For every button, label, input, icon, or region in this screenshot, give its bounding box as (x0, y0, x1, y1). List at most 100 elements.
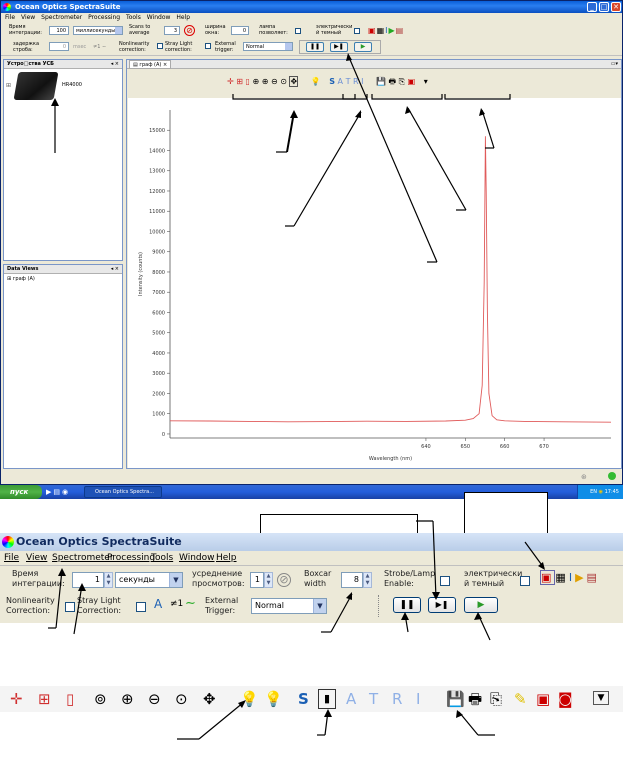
irradiance-icon[interactable]: I (416, 691, 420, 707)
zoom-out-icon[interactable]: ⊖ (271, 77, 278, 86)
convert-icon[interactable]: ◙ (558, 691, 573, 707)
play-icon[interactable]: ▶ (575, 571, 586, 584)
trigger-select[interactable]: Normal (243, 42, 293, 51)
dropdown-icon[interactable]: ▼ (593, 691, 609, 705)
graph-icon[interactable]: ▣ (368, 26, 377, 35)
tray-icon[interactable]: ◉ (599, 489, 603, 495)
menu-tools[interactable]: Tools (151, 551, 173, 565)
panel-menu-icon[interactable]: ▭▾ (611, 61, 618, 67)
maximize-button[interactable]: □ (599, 2, 609, 12)
start-button[interactable]: пуск (0, 485, 42, 499)
menu-view[interactable]: View (26, 551, 47, 565)
light-bulb-icon[interactable]: 💡 (264, 691, 283, 707)
grid-icon[interactable]: ⊞ (38, 691, 51, 707)
zoom-fit-icon[interactable]: ⊕ (252, 77, 259, 86)
minimize-button[interactable]: _ (587, 2, 597, 12)
menu-file[interactable]: File (4, 551, 19, 565)
menu-processing[interactable]: Processing (107, 551, 155, 565)
menu-help[interactable]: Help (216, 551, 237, 565)
export-icon[interactable]: ▣ (536, 691, 550, 707)
language-indicator[interactable]: EN (590, 489, 597, 495)
dark-bulb-icon[interactable]: 💡 (311, 77, 321, 86)
integration-unit-select[interactable]: миллисекунды (73, 26, 123, 35)
trigger-select[interactable]: Normal ▼ (251, 598, 327, 614)
reset-icon[interactable]: ⊘ (184, 25, 195, 36)
menu-help[interactable]: Help (176, 14, 190, 21)
table-icon[interactable]: ▦ (377, 26, 386, 35)
dark-checkbox[interactable] (354, 28, 360, 34)
dark-bulb-icon[interactable]: 💡 (240, 691, 259, 707)
nonlinearity-checkbox[interactable] (157, 43, 163, 49)
reflection-icon[interactable]: R (392, 691, 402, 707)
grid-icon[interactable]: ⊞ (236, 77, 243, 86)
quick-launch[interactable]: ▶▤◉ (46, 488, 70, 496)
graph-icon[interactable]: ▣ (540, 570, 556, 585)
menu-processing[interactable]: Processing (88, 14, 120, 21)
step-button[interactable]: ▶❚ (428, 597, 456, 613)
nonlinearity-checkbox[interactable] (65, 602, 75, 612)
boxcar-spinner[interactable]: ▲ ▼ (363, 572, 372, 588)
scans-input[interactable]: 3 (164, 26, 180, 35)
zoom-fit-icon[interactable]: ⊚ (94, 691, 107, 707)
scope-mode-icon[interactable]: S (329, 77, 335, 86)
play-button[interactable]: ▶ (464, 597, 498, 613)
device-name[interactable]: HR4000 (62, 82, 82, 88)
step-button[interactable]: ▶❚ (330, 42, 348, 52)
transmission-icon[interactable]: T (369, 691, 378, 707)
lamp-checkbox[interactable] (295, 28, 301, 34)
pan-icon[interactable]: ✥ (203, 691, 216, 707)
spectrometer-image[interactable] (13, 72, 59, 100)
averaging-input[interactable]: 1 (250, 572, 264, 588)
graph-tab[interactable]: ▤ граф (A) × (129, 60, 172, 69)
save-icon[interactable]: 💾 (376, 77, 386, 86)
integration-input[interactable]: 1 (72, 572, 104, 588)
integration-input[interactable]: 100 (49, 26, 69, 35)
crosshair-icon[interactable]: ✛ (10, 691, 23, 707)
zoom-reset-icon[interactable]: ⊙ (175, 691, 188, 707)
reset-icon[interactable]: ⊘ (277, 573, 291, 587)
transmission-icon[interactable]: T (346, 77, 351, 86)
pin-icon[interactable]: ◂ × (111, 60, 119, 69)
menu-view[interactable]: View (21, 14, 35, 21)
pause-button[interactable]: ❚❚ (393, 597, 421, 613)
integration-spinner[interactable]: ▲ ▼ (104, 572, 113, 588)
absorbance-icon[interactable]: A (346, 691, 356, 707)
spectrum-chart[interactable]: 0 1000 2000 3000 4000 5000 6000 7000 8000 9000 100… (128, 98, 621, 468)
reflection-icon[interactable]: R (353, 77, 359, 86)
play-button[interactable]: ▶ (354, 42, 372, 52)
taskbar-app-button[interactable]: Ocean Optics Spectra... (84, 486, 162, 498)
copy-icon[interactable]: ⎘ (399, 77, 405, 86)
menu-tools[interactable]: Tools (126, 14, 141, 21)
chart-icon[interactable]: ▤ (396, 26, 405, 35)
y-scale-icon[interactable]: ▯ (66, 691, 74, 707)
pan-icon[interactable]: ✥ (289, 76, 299, 87)
save-icon[interactable]: 💾 (446, 691, 465, 707)
play-icon[interactable]: ▶ (388, 26, 395, 35)
export-icon[interactable]: ▣ (408, 77, 416, 86)
dropdown-icon[interactable]: ▾ (424, 77, 428, 86)
absorbance-icon[interactable]: A (338, 77, 343, 86)
expand-icon[interactable]: ⊞ (6, 82, 11, 89)
pin-icon[interactable]: ◂ × (111, 265, 119, 274)
chart-icon[interactable]: ▤ (587, 571, 600, 584)
close-button[interactable]: ✕ (611, 2, 621, 12)
boxcar-input[interactable]: 0 (231, 26, 249, 35)
dark-checkbox[interactable] (520, 576, 530, 586)
data-view-item[interactable]: ⊞ граф (A) (7, 276, 35, 282)
zoom-in-icon[interactable]: ⊕ (121, 691, 134, 707)
copy-icon[interactable]: ⎘ (490, 691, 502, 707)
print-icon[interactable]: 🖶 (468, 691, 482, 707)
scope-mode-icon[interactable]: S (298, 691, 309, 707)
table-icon[interactable]: ▦ (555, 571, 568, 584)
strobe-checkbox[interactable] (440, 576, 450, 586)
menu-spectrometer[interactable]: Spectrometer (52, 551, 114, 565)
y-scale-icon[interactable]: ▯ (246, 77, 250, 86)
annotate-icon[interactable]: ✎ (514, 691, 527, 707)
stray-light-checkbox[interactable] (136, 602, 146, 612)
stray-light-checkbox[interactable] (205, 43, 211, 49)
boxcar-input[interactable]: 8 (341, 572, 363, 588)
menu-window[interactable]: Window (147, 14, 171, 21)
menu-window[interactable]: Window (179, 551, 215, 565)
menu-file[interactable]: File (5, 14, 15, 21)
print-icon[interactable]: 🖶 (389, 77, 397, 86)
